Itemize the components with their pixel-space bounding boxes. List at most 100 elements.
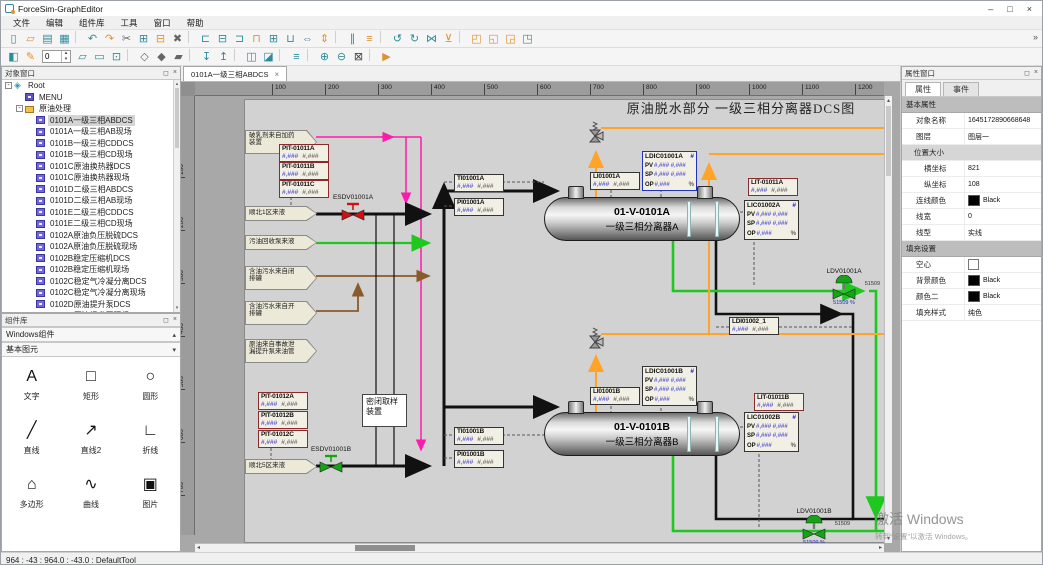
tree-item[interactable]: 0101B一级三相CD现场 [2,149,173,161]
toolbar-button[interactable]: ⊔ [282,31,299,47]
tree-item[interactable]: 0101C原油换热器现场 [2,172,173,184]
instrument-tag[interactable]: PIT-01011C #,####,### [279,180,329,198]
canvas-vertical-scrollbar[interactable]: ▴ ▾ [884,96,892,543]
tree-item[interactable]: 0102A原油负压脱硫现场 [2,241,173,253]
tree-item[interactable]: - Root [2,80,173,92]
toolbar-button[interactable]: ▱ [22,31,39,47]
toolbar-button[interactable] [189,49,196,61]
scroll-down-icon[interactable]: ▾ [885,535,892,542]
property-value[interactable] [964,257,1041,272]
toolbar-overflow-icon[interactable]: » [1033,32,1038,42]
toolbar-button[interactable] [188,31,195,43]
instrument-tag[interactable]: PIT-01011A #,####,### [279,144,329,162]
menu-item[interactable]: 文件 [5,16,38,30]
drawing-canvas[interactable]: 原油脱水部分 一级三相分离器DCS图 破乳剂来自加药 装置 [181,82,900,552]
palette-item[interactable]: ∟ 折线 [121,421,180,475]
toolbar-button[interactable]: ∥ [344,31,361,47]
separator-vessel[interactable]: 01-V-0101B 一级三相分离器B [544,412,740,456]
instrument-tag[interactable]: LIT-01011B #,####,### [754,393,804,411]
tree-item[interactable]: 0102B稳定压缩机现场 [2,264,173,276]
toolbar-button[interactable]: ⇔ [299,31,316,47]
controller-tag[interactable]: LIC01002A# PV#,### #,### SP#,### #,### O… [744,200,799,240]
scroll-down-icon[interactable]: ▾ [174,305,180,311]
toolbar-button[interactable]: ◇ [136,49,153,65]
document-tab[interactable]: 0101A一级三相ABDCS × [183,66,287,81]
toolbar-button[interactable] [459,31,466,43]
separator-vessel[interactable]: 01-V-0101A 一级三相分离器A [544,197,740,241]
tree-expander-icon[interactable]: - [16,105,23,112]
toolbar-button[interactable]: ⊠ [350,49,367,65]
toolbar-button[interactable]: ✎ [22,49,39,65]
scroll-up-icon[interactable]: ▴ [174,81,180,87]
tree-item[interactable]: 0101D二级三相AB现场 [2,195,173,207]
toolbar-button[interactable]: ↧ [198,49,215,65]
tab-close-icon[interactable]: × [275,70,280,79]
toolbar-button[interactable]: ▶ [378,49,395,65]
tree-item[interactable]: 0101A一级三相ABDCS [2,115,173,127]
toolbar-button[interactable]: ⋈ [423,31,440,47]
level-dump-valve[interactable]: LDV01001A 51509 51509 % [814,268,874,306]
toolbar-button[interactable]: ≡ [361,31,378,47]
toolbar-button[interactable] [369,49,376,61]
spin-down-icon[interactable]: ▾ [62,57,70,63]
toolbar-button[interactable]: ⇕ [316,31,333,47]
toolbar-button[interactable]: ◪ [260,49,277,65]
stream-callout[interactable]: 含油污水来自开 排罐 [245,301,317,325]
menu-item[interactable]: 编辑 [38,16,71,30]
scrollbar-thumb[interactable] [175,88,179,148]
property-value[interactable]: 1645172890668648 [964,113,1041,128]
toolbar-button[interactable]: ⊓ [248,31,265,47]
toolbar-button[interactable]: ◧ [5,49,22,65]
toolbar-button[interactable]: ◳ [519,31,536,47]
property-value[interactable]: 108 [964,177,1041,192]
relief-valve-icon[interactable] [587,326,607,352]
toolbar-button[interactable]: ≡ [288,49,305,65]
toolbar-button[interactable]: ✖ [169,31,186,47]
toolbar-button[interactable]: ↷ [101,31,118,47]
property-value[interactable]: 0 [964,209,1041,224]
toolbar-button[interactable] [127,49,134,61]
scroll-up-icon[interactable]: ▴ [885,97,892,104]
scroll-right-icon[interactable]: ▸ [879,544,882,552]
instrument-tag[interactable]: LI01001B #,####,### [590,387,640,405]
toolbar-button[interactable]: ▰ [170,49,187,65]
tree-expander-icon[interactable]: - [5,82,12,89]
closed-sampler-box[interactable]: 密闭取样 装置 [362,394,407,427]
property-value[interactable]: 821 [964,161,1041,176]
esd-valve[interactable]: ESDV01001B [301,446,361,474]
instrument-tag[interactable]: LI01001A #,####,### [590,172,640,190]
toolbar-button[interactable] [75,31,82,43]
instrument-tag[interactable]: PIT-01012B #,####,### [258,411,308,429]
tree-scrollbar[interactable]: ▴ ▾ [173,80,180,312]
close-panel-icon[interactable]: × [173,69,177,77]
toolbar-button[interactable]: ⊟ [152,31,169,47]
tree-item[interactable]: 0102C稳定气冷凝分离DCS [2,276,173,288]
esd-valve[interactable]: ESDV01001A [323,194,383,222]
tree-item[interactable]: 0101B一级三相CDDCS [2,138,173,150]
controller-tag[interactable]: LIC01002B# PV#,### #,### SP#,### #,### O… [744,412,799,452]
toolbar-button[interactable]: ✂ [118,31,135,47]
close-button[interactable]: × [1027,4,1032,14]
palette-item[interactable]: □ 矩形 [61,367,120,421]
tree-item[interactable]: 0101C原油换热器DCS [2,161,173,173]
toolbar-button[interactable]: ▦ [56,31,73,47]
stream-callout[interactable]: 顺北1区来液 [245,206,317,221]
scroll-left-icon[interactable]: ◂ [197,544,200,552]
instrument-tag[interactable]: PIT-01012C #,####,### [258,430,308,448]
canvas-horizontal-scrollbar[interactable]: ◂ ▸ [195,543,884,552]
menu-item[interactable]: 帮助 [179,16,212,30]
relief-valve-icon[interactable] [587,120,607,146]
tree-item[interactable]: 0102C稳定气冷凝分离现场 [2,287,173,299]
close-panel-icon[interactable]: × [173,316,177,324]
pipe-oily-water[interactable] [316,276,429,311]
property-value[interactable]: Black [964,289,1041,304]
toolbar-button[interactable] [307,49,314,61]
palette-section-basic[interactable]: 基本图元 ▾ [2,342,180,357]
scrollbar-thumb[interactable] [886,106,891,176]
menu-item[interactable]: 组件库 [71,16,113,30]
toolbar-button[interactable]: ◱ [485,31,502,47]
float-panel-icon[interactable]: ◻ [1024,69,1030,77]
toolbar-button[interactable]: ⊏ [197,31,214,47]
property-value[interactable]: 纯色 [964,305,1041,320]
palette-item[interactable]: ∿ 曲线 [61,475,120,529]
